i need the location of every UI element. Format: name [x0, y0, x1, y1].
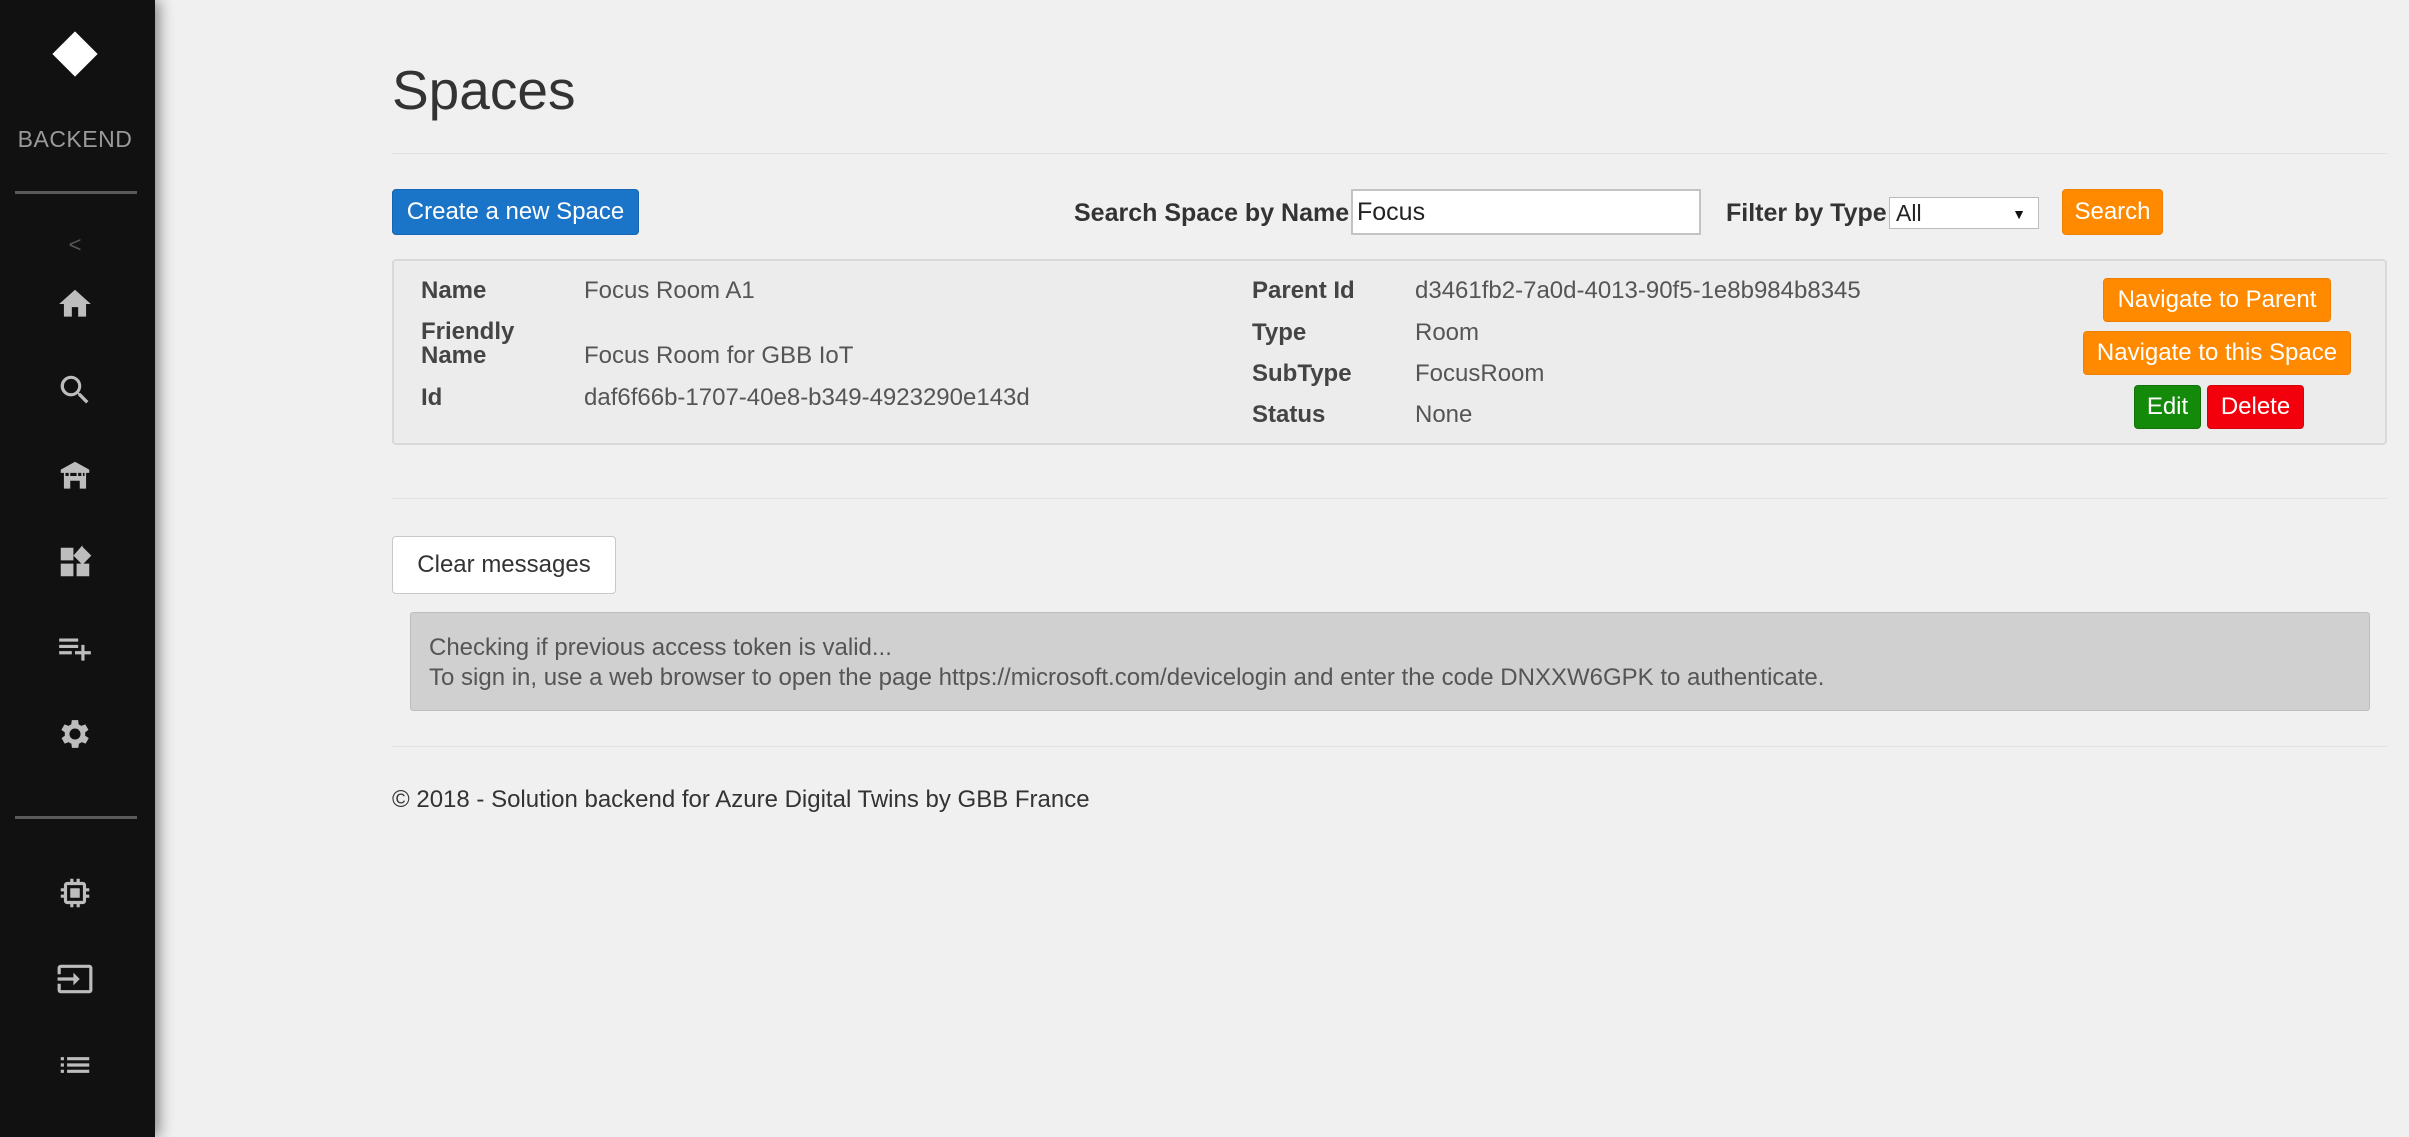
delete-button[interactable]: Delete — [2207, 385, 2304, 429]
parent-id-label: Parent Id — [1252, 277, 1355, 304]
home-icon[interactable] — [55, 284, 95, 324]
message-line: To sign in, use a web browser to open th… — [429, 664, 1825, 691]
filter-type-value: All — [1896, 199, 1922, 226]
name-value: Focus Room A1 — [584, 277, 755, 304]
logo-icon — [52, 31, 98, 77]
building-icon[interactable] — [55, 456, 95, 496]
list-icon[interactable] — [55, 1045, 95, 1085]
sidebar-collapse-toggle[interactable]: < — [0, 232, 150, 258]
subtype-label: SubType — [1252, 360, 1352, 387]
navigate-space-button[interactable]: Navigate to this Space — [2083, 331, 2351, 375]
playlist-add-icon[interactable] — [55, 628, 95, 668]
message-line: Checking if previous access token is val… — [429, 634, 892, 661]
subtype-value: FocusRoom — [1415, 360, 1545, 387]
filter-type-label: Filter by Type — [1726, 199, 1887, 227]
sidebar-divider — [15, 191, 137, 194]
parent-id-value: d3461fb2-7a0d-4013-90f5-1e8b984b8345 — [1415, 277, 1861, 304]
message-panel: Checking if previous access token is val… — [410, 612, 2370, 711]
edit-button[interactable]: Edit — [2134, 385, 2201, 429]
sidebar: BACKEND < — [0, 0, 155, 1137]
space-result-card: Name Focus Room A1 Friendly Name Focus R… — [392, 259, 2387, 445]
sidebar-divider — [15, 816, 137, 819]
status-value: None — [1415, 401, 1473, 428]
friendly-name-value: Focus Room for GBB IoT — [584, 342, 854, 369]
search-name-label: Search Space by Name — [1074, 199, 1350, 227]
type-value: Room — [1415, 319, 1480, 346]
search-icon[interactable] — [55, 370, 95, 410]
filter-type-select[interactable]: All ▼ — [1889, 197, 2039, 229]
status-label: Status — [1252, 401, 1326, 428]
create-space-button[interactable]: Create a new Space — [392, 189, 639, 235]
footer-divider — [392, 746, 2387, 747]
sign-in-icon[interactable] — [55, 959, 95, 999]
main-content: Spaces Create a new Space Search Space b… — [392, 0, 2387, 1137]
section-divider — [392, 498, 2387, 499]
footer-copyright: © 2018 - Solution backend for Azure Digi… — [392, 786, 1090, 813]
type-label: Type — [1252, 319, 1307, 346]
clear-messages-button[interactable]: Clear messages — [392, 536, 616, 594]
name-label: Name — [421, 277, 487, 304]
search-name-input[interactable]: Focus — [1351, 189, 1701, 235]
navigate-parent-button[interactable]: Navigate to Parent — [2103, 278, 2331, 322]
friendly-name-label-line2: Name — [421, 342, 487, 369]
page-title: Spaces — [392, 59, 576, 121]
id-label: Id — [421, 384, 443, 411]
friendly-name-label-line1: Friendly — [421, 318, 515, 345]
title-divider — [392, 153, 2387, 154]
gear-icon[interactable] — [55, 714, 95, 754]
chevron-down-icon: ▼ — [2012, 206, 2026, 222]
sidebar-brand: BACKEND — [17, 126, 133, 152]
widgets-icon[interactable] — [55, 542, 95, 582]
search-button[interactable]: Search — [2062, 189, 2163, 235]
id-value: daf6f66b-1707-40e8-b349-4923290e143d — [584, 384, 1030, 411]
chip-icon[interactable] — [55, 873, 95, 913]
